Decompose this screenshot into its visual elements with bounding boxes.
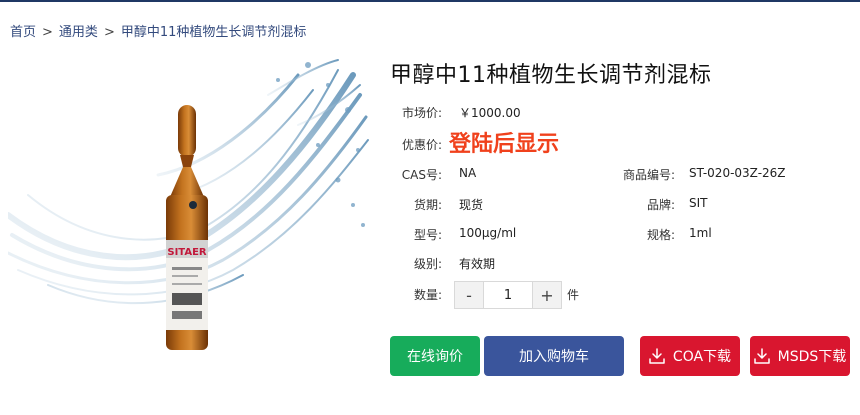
quantity-decrease-button[interactable]: - bbox=[455, 282, 484, 308]
msds-download-button[interactable]: MSDS下载 bbox=[750, 336, 850, 376]
product-image: SITAER bbox=[8, 55, 370, 365]
brand-label: 品牌: bbox=[646, 198, 675, 212]
spec-label: 规格: bbox=[646, 228, 675, 242]
quantity-increase-button[interactable]: + bbox=[532, 282, 561, 308]
brand-value: SIT bbox=[689, 196, 708, 210]
ampoule-label: SITAER bbox=[167, 247, 207, 258]
spec-value: 1ml bbox=[689, 226, 712, 240]
coa-download-label: COA下载 bbox=[672, 349, 732, 365]
breadcrumb-home[interactable]: 首页 bbox=[10, 25, 36, 40]
download-icon bbox=[753, 348, 770, 364]
cas-label: CAS号: bbox=[401, 168, 442, 182]
add-to-cart-button[interactable]: 加入购物车 bbox=[484, 336, 624, 376]
promo-price-text: 登陆后显示 bbox=[449, 132, 560, 157]
market-price-label: 市场价: bbox=[401, 106, 442, 120]
quantity-input[interactable] bbox=[484, 282, 532, 308]
breadcrumb: 首页 > 通用类 > 甲醇中11种植物生长调节剂混标 bbox=[10, 21, 306, 40]
online-inquiry-label: 在线询价 bbox=[407, 349, 463, 365]
grade-value: 有效期 bbox=[459, 257, 496, 271]
grade-label: 级别: bbox=[413, 257, 442, 271]
model-label: 型号: bbox=[413, 228, 442, 242]
quantity-stepper: - + bbox=[454, 281, 562, 309]
product-title: 甲醇中11种植物生长调节剂混标 bbox=[390, 63, 712, 88]
stock-value: 现货 bbox=[459, 198, 484, 212]
product-code-value: ST-020-03Z-26Z bbox=[689, 166, 786, 180]
stock-label: 货期: bbox=[413, 198, 442, 212]
breadcrumb-current[interactable]: 甲醇中11种植物生长调节剂混标 bbox=[121, 25, 307, 40]
add-to-cart-label: 加入购物车 bbox=[519, 349, 589, 365]
download-icon bbox=[649, 348, 665, 364]
model-value: 100μg/ml bbox=[459, 226, 517, 240]
quantity-unit: 件 bbox=[567, 288, 580, 302]
breadcrumb-category[interactable]: 通用类 bbox=[59, 25, 98, 40]
breadcrumb-separator: > bbox=[103, 25, 115, 40]
promo-price-label: 优惠价: bbox=[401, 138, 442, 152]
quantity-label: 数量: bbox=[413, 288, 442, 302]
msds-download-label: MSDS下载 bbox=[777, 349, 847, 365]
product-code-label: 商品编号: bbox=[622, 168, 675, 182]
market-price: ￥1000.00 bbox=[459, 106, 521, 120]
coa-download-button[interactable]: COA下载 bbox=[640, 336, 740, 376]
cas-value: NA bbox=[459, 166, 477, 180]
online-inquiry-button[interactable]: 在线询价 bbox=[390, 336, 480, 376]
top-border bbox=[0, 0, 860, 2]
breadcrumb-separator: > bbox=[42, 25, 53, 40]
